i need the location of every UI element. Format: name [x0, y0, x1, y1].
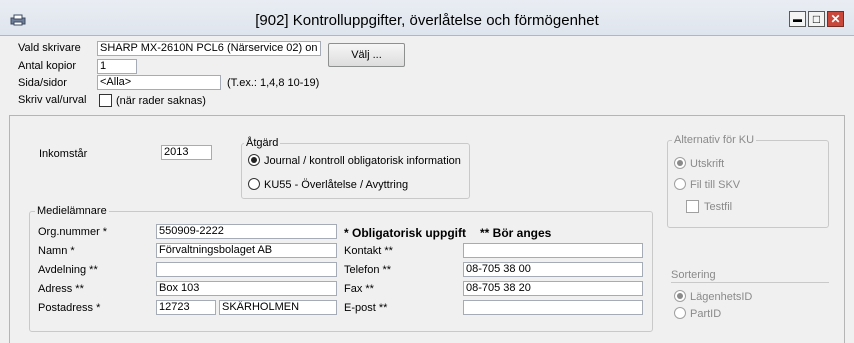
fil-radio[interactable]: [674, 178, 686, 190]
maximize-button[interactable]: □: [808, 11, 825, 27]
epost-input[interactable]: [463, 300, 643, 315]
journal-option-label: Journal / kontroll obligatorisk informat…: [264, 155, 461, 167]
postadress-label: Postadress *: [38, 302, 101, 314]
sida-label: Sida/sidor: [18, 77, 67, 89]
lagenhetsid-radio[interactable]: [674, 290, 686, 302]
org-input[interactable]: 550909-2222: [156, 224, 337, 239]
namn-input[interactable]: Förvaltningsbolaget AB: [156, 243, 337, 258]
adress-label: Adress **: [38, 283, 84, 295]
maximize-icon: □: [812, 12, 821, 26]
sida-input[interactable]: <Alla>: [97, 75, 221, 90]
close-icon: ✕: [830, 12, 841, 26]
fax-label: Fax **: [344, 283, 374, 295]
minimize-button[interactable]: ▬: [789, 11, 806, 27]
utskrift-label: Utskrift: [690, 158, 725, 170]
kontakt-label: Kontakt **: [344, 245, 393, 257]
medielamnare-title: Medielämnare: [35, 205, 109, 217]
alternativ-title: Alternativ för KU: [672, 134, 757, 146]
testfil-label: Testfil: [704, 201, 733, 213]
sortering-title: Sortering: [671, 269, 716, 281]
lagenhetsid-label: LägenhetsID: [690, 291, 753, 303]
skriv-val-label: Skriv val/urval: [18, 94, 87, 106]
kontakt-input[interactable]: [463, 243, 643, 258]
avdelning-label: Avdelning **: [38, 264, 98, 276]
partid-label: PartID: [690, 308, 722, 320]
fax-input[interactable]: 08-705 38 20: [463, 281, 643, 296]
minimize-icon: ▬: [793, 14, 802, 24]
utskrift-radio[interactable]: [674, 157, 686, 169]
close-button[interactable]: ✕: [827, 11, 844, 27]
postnr-input[interactable]: 12723: [156, 300, 216, 315]
partid-radio[interactable]: [674, 307, 686, 319]
inkomstar-label: Inkomstår: [39, 148, 88, 160]
sortering-divider: [671, 282, 829, 283]
antal-kopior-label: Antal kopior: [18, 60, 77, 72]
fil-label: Fil till SKV: [690, 179, 741, 191]
adress-input[interactable]: Box 103: [156, 281, 337, 296]
skriv-val-hint: (när rader saknas): [116, 95, 206, 107]
ku55-radio[interactable]: [248, 178, 260, 190]
obligatorisk-note: * Obligatorisk uppgift: [344, 226, 466, 240]
epost-label: E-post **: [344, 302, 388, 314]
ku55-option-label: KU55 - Överlåtelse / Avyttring: [264, 179, 409, 191]
sida-hint: (T.ex.: 1,4,8 10-19): [227, 77, 320, 89]
antal-kopior-input[interactable]: 1: [97, 59, 137, 74]
ort-input[interactable]: SKÄRHOLMEN: [219, 300, 337, 315]
radio-dot: [677, 293, 683, 299]
vald-skrivare-label: Vald skrivare: [18, 42, 81, 54]
telefon-label: Telefon **: [344, 264, 392, 276]
inkomstar-input[interactable]: 2013: [161, 145, 212, 160]
org-label: Org.nummer *: [38, 226, 108, 238]
radio-dot: [677, 160, 683, 166]
window-title: [902] Kontrolluppgifter, överlåtelse och…: [255, 12, 599, 29]
telefon-input[interactable]: 08-705 38 00: [463, 262, 643, 277]
testfil-checkbox[interactable]: [686, 200, 699, 213]
bor-anges-note: ** Bör anges: [480, 226, 552, 240]
atgard-title: Åtgärd: [244, 137, 281, 149]
valj-button[interactable]: Välj ...: [328, 43, 405, 67]
avdelning-input[interactable]: [156, 262, 337, 277]
skriv-val-checkbox[interactable]: [99, 94, 112, 107]
vald-skrivare-field[interactable]: SHARP MX-2610N PCL6 (Närservice 02) on s…: [97, 41, 321, 56]
journal-radio[interactable]: [248, 154, 260, 166]
namn-label: Namn *: [38, 245, 75, 257]
radio-dot: [251, 157, 257, 163]
